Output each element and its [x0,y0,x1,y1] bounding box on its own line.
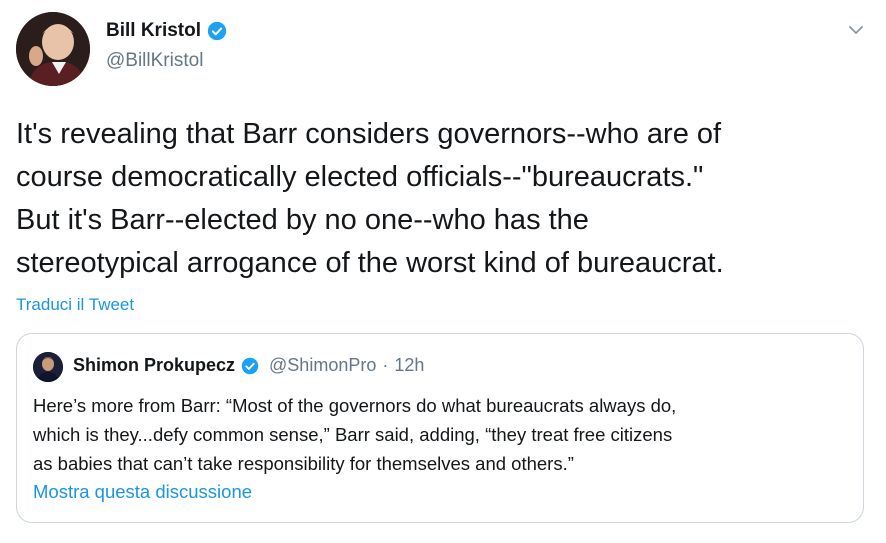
tweet-card: Bill Kristol @BillKristol It's revealing… [0,0,886,543]
quoted-author-avatar-image [33,352,63,382]
verified-badge-icon [241,357,259,374]
quoted-header: Shimon Prokupecz @ShimonPro · 12h [73,355,424,376]
chevron-down-icon[interactable] [846,20,866,40]
author-avatar[interactable] [16,12,90,86]
show-thread-link[interactable]: Mostra questa discussione [33,481,252,503]
quoted-text-line: which is they...defy common sense,” Barr… [33,424,673,445]
tweet-text: It's revealing that Barr considers gover… [16,113,876,285]
quoted-separator: · [382,355,389,375]
quoted-author-handle[interactable]: @ShimonPro [269,355,376,376]
quoted-timestamp[interactable]: 12h [394,355,424,376]
quoted-text: Here’s more from Barr: “Most of the gove… [33,391,853,478]
quoted-author-avatar [33,352,63,382]
author-name[interactable]: Bill Kristol [106,20,201,42]
verified-badge-icon [207,21,227,41]
tweet-text-line: course democratically elected officials-… [16,161,704,193]
quoted-text-line: Here’s more from Barr: “Most of the gove… [33,395,677,416]
author-name-row[interactable]: Bill Kristol [106,20,227,42]
quoted-tweet[interactable]: Shimon Prokupecz @ShimonPro · 12h Here’s… [16,333,864,523]
quoted-text-line: as babies that can’t take responsibility… [33,453,574,474]
tweet-text-line: But it's Barr--elected by no one--who ha… [16,204,589,236]
author-avatar-image [16,12,90,86]
tweet-text-line: It's revealing that Barr considers gover… [16,118,722,150]
translate-tweet-link[interactable]: Traduci il Tweet [16,295,134,315]
tweet-text-line: stereotypical arrogance of the worst kin… [16,247,724,279]
quoted-author-name[interactable]: Shimon Prokupecz [73,355,235,376]
author-handle[interactable]: @BillKristol [106,50,203,72]
